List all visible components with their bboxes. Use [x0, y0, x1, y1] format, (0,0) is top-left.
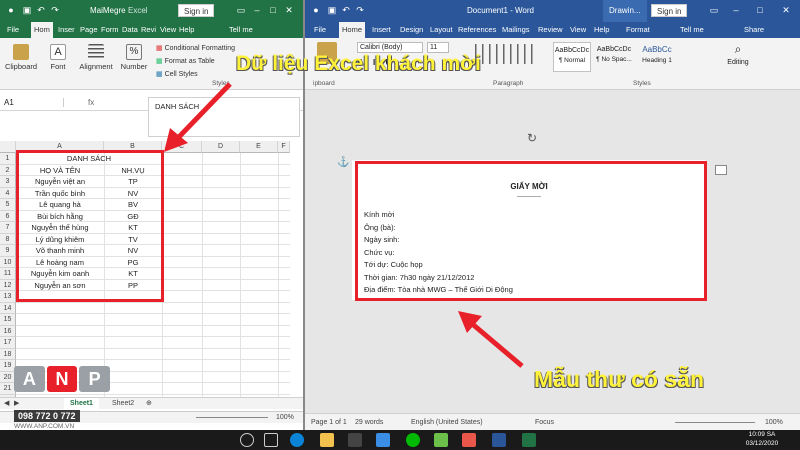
clock-time[interactable]: 10:09 SA: [734, 431, 790, 438]
mail-icon[interactable]: [376, 433, 390, 447]
annotation-arrows: [164, 82, 524, 368]
anp-watermark: A N P 098 772 0 772 WWW.ANP.COM.VN: [14, 366, 111, 430]
watermark-phone: 098 772 0 772: [14, 410, 80, 422]
clock-date[interactable]: 03/12/2020: [734, 440, 790, 447]
word-arrow: [458, 311, 524, 368]
excel-taskbar-icon[interactable]: [522, 433, 536, 447]
word-taskbar-icon[interactable]: [492, 433, 506, 447]
search-icon[interactable]: [240, 433, 254, 447]
excel-arrow: [164, 82, 232, 152]
app-icon[interactable]: [434, 433, 448, 447]
watermark-site: WWW.ANP.COM.VN: [14, 423, 75, 430]
store-icon[interactable]: [348, 433, 362, 447]
edge-icon[interactable]: [290, 433, 304, 447]
app-icon-2[interactable]: [462, 433, 476, 447]
windows-taskbar: 10:09 SA 03/12/2020: [0, 430, 800, 450]
line-app-icon[interactable]: [406, 433, 420, 447]
task-view-icon[interactable]: [264, 433, 278, 447]
file-explorer-icon[interactable]: [320, 433, 334, 447]
anp-logo: A N P: [14, 366, 111, 392]
